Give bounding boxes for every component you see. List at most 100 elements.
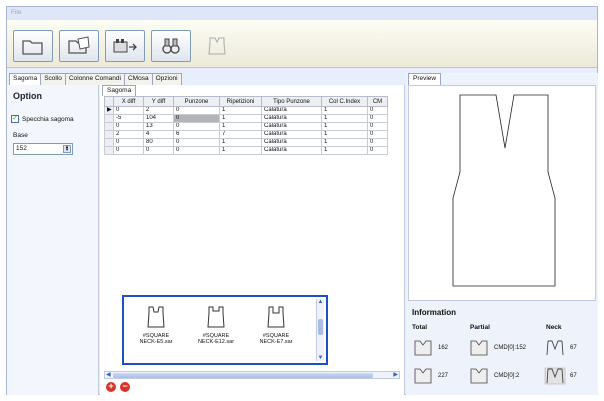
col-header-ripetizioni[interactable]: Ripetizioni — [219, 96, 262, 107]
garment-partial-icon — [470, 340, 488, 356]
thumbnail-item[interactable]: #SQUARE NECK-E5.sar — [128, 305, 184, 345]
menu-file[interactable]: File — [11, 9, 21, 16]
neck-label: Neck — [546, 324, 562, 331]
table-row[interactable]: 0 13 0 1 Calatura 1 0 — [104, 122, 388, 131]
col-header-x-diff[interactable]: X diff — [113, 96, 144, 107]
cell[interactable]: Calatura — [261, 122, 322, 131]
col-header-y-diff[interactable]: Y diff — [143, 96, 174, 107]
garment-thumb-icon — [267, 306, 285, 328]
table-row[interactable]: -5 104 0 1 Calatura 1 0 — [104, 114, 388, 123]
col-header-punzone[interactable]: Punzone — [173, 96, 220, 107]
mirror-shape-checkbox-row[interactable]: ✓ Specchia sagoma — [11, 115, 74, 123]
partial-info-1: CMD[0]:152 — [468, 339, 526, 357]
cell[interactable]: 0 — [143, 146, 174, 155]
col-header-cm[interactable]: CM — [367, 96, 388, 107]
cell[interactable]: 0 — [367, 138, 388, 147]
col-header-col-c-index[interactable]: Col C.Index — [321, 96, 368, 107]
tab-opzioni[interactable]: Opzioni — [151, 73, 182, 85]
scroll-up-icon[interactable]: ▲ — [317, 299, 324, 305]
tab-sagoma-sub[interactable]: Sagoma — [102, 85, 137, 96]
cell[interactable]: 0 — [173, 146, 220, 155]
cell[interactable]: 0 — [173, 122, 220, 131]
total-info-1: 162 — [412, 339, 448, 357]
table-row[interactable]: ▶ 0 2 0 1 Calatura 1 0 — [104, 106, 388, 115]
cell[interactable]: 1 — [321, 138, 368, 147]
cell[interactable]: 0 — [113, 106, 144, 115]
cell[interactable]: 0 — [113, 122, 144, 131]
cell[interactable]: Calatura — [261, 114, 322, 123]
open-file-button[interactable] — [59, 30, 99, 62]
tab-cmosa[interactable]: CMosa — [123, 73, 153, 85]
garment-preview-shape — [452, 94, 556, 287]
cell[interactable]: 0 — [367, 122, 388, 131]
open-folder-button[interactable] — [13, 30, 53, 62]
scroll-thumb[interactable] — [318, 319, 323, 335]
selected-cell[interactable]: 0 — [173, 114, 220, 123]
thumbnail-item[interactable]: #SQUARE NECK-E7.sar — [248, 305, 304, 345]
cell[interactable]: 0 — [173, 106, 220, 115]
cell[interactable]: 0 — [367, 146, 388, 155]
cell[interactable]: 1 — [321, 106, 368, 115]
search-file-button[interactable] — [151, 30, 191, 62]
row-header — [104, 146, 114, 155]
table-row[interactable]: 2 4 6 7 Calatura 1 0 — [104, 130, 388, 139]
cell[interactable]: 2 — [113, 130, 144, 139]
cell[interactable]: 1 — [219, 106, 262, 115]
row-header — [104, 130, 114, 139]
thumbnail-label-2: NECK-E12.sar — [197, 339, 235, 345]
table-row[interactable]: 0 80 0 1 Calatura 1 0 — [104, 138, 388, 147]
tab-sagoma[interactable]: Sagoma — [9, 73, 42, 85]
garment-button[interactable] — [197, 30, 237, 62]
thumbnail-item[interactable]: #SQUARE NECK-E12.sar — [188, 305, 244, 345]
cell[interactable]: 104 — [143, 114, 174, 123]
tab-colonne-comandi[interactable]: Colonne Comandi — [64, 73, 125, 85]
cell[interactable]: 0 — [367, 106, 388, 115]
col-header-tipo-punzone[interactable]: Tipo Punzone — [261, 96, 322, 107]
tab-preview[interactable]: Preview — [408, 73, 442, 85]
cell[interactable]: 0 — [173, 138, 220, 147]
cell[interactable]: 1 — [219, 146, 262, 155]
cell[interactable]: 0 — [113, 146, 144, 155]
cell[interactable]: 1 — [321, 130, 368, 139]
remove-row-button[interactable]: − — [120, 382, 130, 392]
scroll-down-icon[interactable]: ▼ — [317, 355, 324, 361]
cell[interactable]: Calatura — [261, 138, 322, 147]
cell[interactable]: 1 — [219, 138, 262, 147]
scroll-right-icon[interactable]: ▶ — [393, 371, 398, 378]
garment-thumb-icon — [207, 306, 225, 328]
mirror-shape-checkbox[interactable]: ✓ — [11, 115, 19, 123]
machine-export-button[interactable] — [105, 30, 145, 62]
cell[interactable]: 6 — [173, 130, 220, 139]
cell[interactable]: Calatura — [261, 106, 322, 115]
binoculars-icon — [162, 38, 180, 54]
cell[interactable]: -5 — [113, 114, 144, 123]
cell[interactable]: 0 — [367, 130, 388, 139]
cell[interactable]: 0 — [367, 114, 388, 123]
cell[interactable]: 1 — [219, 122, 262, 131]
cell[interactable]: 1 — [321, 146, 368, 155]
garment-total-icon — [414, 368, 432, 384]
cell[interactable]: 1 — [219, 114, 262, 123]
cell[interactable]: 2 — [143, 106, 174, 115]
cell[interactable]: 0 — [113, 138, 144, 147]
table-row[interactable]: 0 0 0 1 Calatura 1 0 — [104, 146, 388, 155]
base-input[interactable]: 152 ▴ ▾ — [13, 143, 73, 155]
mirror-shape-label: Specchia sagoma — [22, 115, 74, 123]
preview-canvas — [408, 85, 596, 301]
scroll-thumb[interactable] — [113, 373, 373, 378]
tab-scollo[interactable]: Scollo — [40, 73, 66, 85]
horizontal-scrollbar[interactable]: ◀ ▶ — [104, 371, 400, 379]
add-row-button[interactable]: + — [106, 382, 116, 392]
base-spinner[interactable]: ▴ ▾ — [63, 145, 71, 153]
cell[interactable]: 7 — [219, 130, 262, 139]
cell[interactable]: 1 — [321, 114, 368, 123]
cell[interactable]: 4 — [143, 130, 174, 139]
thumbnail-scrollbar[interactable]: ▲ ▼ — [316, 299, 324, 361]
cell[interactable]: 1 — [321, 122, 368, 131]
cell[interactable]: 80 — [143, 138, 174, 147]
neck-thumbnail-list: #SQUARE NECK-E5.sar #SQUARE NECK-E12.sar… — [122, 295, 328, 365]
cell[interactable]: 13 — [143, 122, 174, 131]
cell[interactable]: Calatura — [261, 146, 322, 155]
scroll-left-icon[interactable]: ◀ — [106, 371, 111, 378]
cell[interactable]: Calatura — [261, 130, 322, 139]
